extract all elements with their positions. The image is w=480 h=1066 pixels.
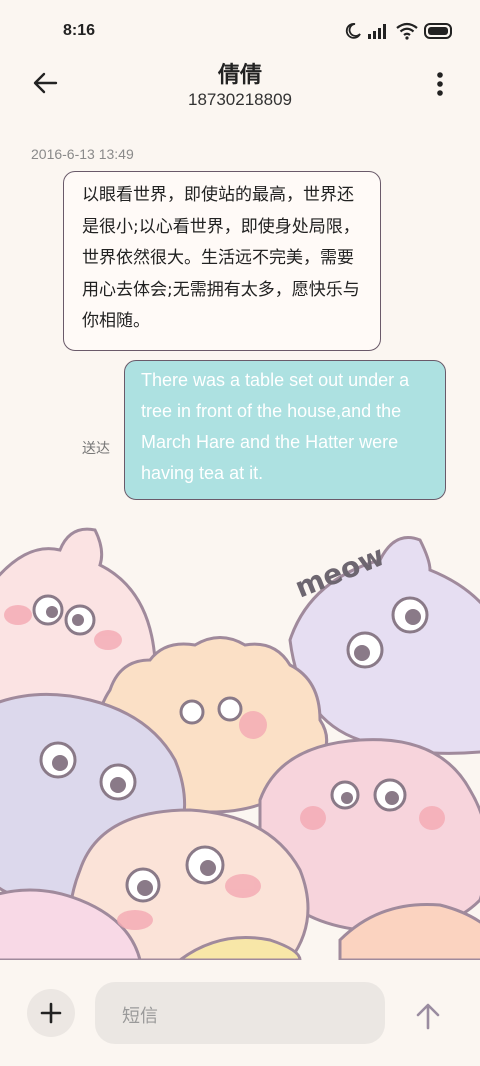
message-timestamp: 2016-6-13 13:49 [31, 146, 134, 162]
moon-icon [345, 23, 361, 39]
status-bar: 8:16 [0, 0, 480, 60]
composer-bar: 短信 [0, 960, 480, 1066]
battery-icon [424, 23, 452, 39]
outgoing-message-bubble[interactable]: There was a table set out under a tree i… [124, 360, 446, 500]
delivery-status: 送达 [82, 441, 110, 457]
cute-monsters-illustration: meow [0, 527, 480, 960]
incoming-message-bubble[interactable]: 以眼看世界，即使站的最高，世界还是很小;以心看世界，即使身处局限，世界依然很大。… [63, 171, 381, 351]
plus-icon [40, 1002, 62, 1024]
status-icons [344, 22, 454, 40]
contact-name: 倩倩 [217, 63, 262, 88]
message-input[interactable]: 短信 [95, 982, 385, 1044]
conversation-header: 倩倩 18730218809 [0, 55, 480, 115]
send-icon[interactable] [412, 1000, 444, 1032]
wifi-icon [396, 22, 418, 40]
add-attachment-button[interactable] [27, 989, 75, 1037]
more-icon[interactable] [436, 71, 444, 97]
status-time: 8:16 [63, 22, 96, 39]
message-input-placeholder: 短信 [122, 1006, 158, 1027]
contact-number: 18730218809 [187, 90, 292, 109]
signal-icon [368, 24, 386, 39]
